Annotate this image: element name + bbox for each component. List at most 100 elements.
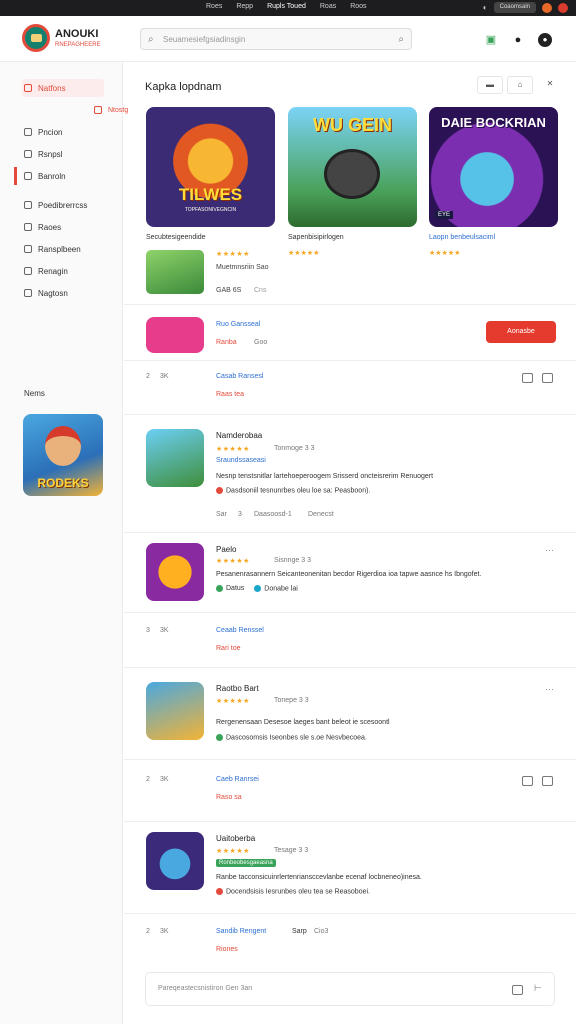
app-name[interactable]: Uaitoberba — [216, 834, 255, 843]
account-pill[interactable]: Coaomsaln — [493, 2, 536, 13]
app-thumbnail[interactable] — [146, 682, 204, 740]
brand-name: ANOUKI — [55, 28, 99, 40]
featured-banner[interactable]: DAIE BOCKRIAN EYE — [429, 107, 558, 227]
list-icon — [24, 150, 32, 158]
trending-icon — [94, 106, 102, 114]
featured-banner[interactable]: TILWES TOPFASONIVEGNCIN — [146, 107, 275, 227]
banner-caption[interactable]: Laopn benbeulsaciml — [429, 234, 495, 241]
mini-game-thumbnail[interactable] — [146, 250, 204, 294]
app-thumbnail[interactable] — [146, 832, 204, 890]
reply-count: 2 — [146, 776, 150, 783]
app-name[interactable]: Paelo — [216, 545, 236, 554]
app-stat: Sar — [216, 511, 227, 518]
topbar-link[interactable]: Repp — [236, 3, 253, 10]
topbar-link[interactable]: Rupls Toued — [267, 3, 306, 10]
app-stat[interactable]: Daasoosd-1 — [254, 511, 292, 518]
flag-icon[interactable] — [542, 373, 553, 383]
sidebar-featured-game[interactable]: RODEKS — [23, 414, 103, 496]
app-row[interactable]: Uaitoberba ★★★★★ Tesage 3 3 Ronbeobesgae… — [124, 821, 576, 913]
sidebar-item-label: Pncion — [38, 127, 63, 137]
send-icon[interactable]: ⊢ — [534, 983, 542, 994]
banner-caption[interactable]: Sapenbisipirlogen — [288, 234, 344, 241]
chip-label: Donabe lai — [264, 585, 298, 593]
reply-count: 3 — [146, 627, 150, 634]
action-sub: Raso sa — [216, 794, 242, 801]
promo-row: Ruo Gansseal Ranba Goo Aonasbe — [124, 304, 576, 360]
more-options-icon[interactable]: ··· — [545, 684, 554, 694]
sidebar-item[interactable]: Natfons — [22, 79, 104, 97]
sidebar-item-label: Renagin — [38, 266, 68, 276]
action-row: 3 3K Ceaab Renssel Rari toe — [124, 612, 576, 667]
app-row[interactable]: Namderobaa ★★★★★ Tonmoge 3 3 Sraundssase… — [124, 414, 576, 532]
sidebar-item[interactable]: Ransplbeen — [22, 240, 104, 258]
grid-view-button[interactable]: ⌂ — [507, 76, 533, 94]
more-options-icon[interactable]: ··· — [545, 545, 554, 555]
reply-unit: 3K — [160, 928, 169, 935]
app-thumbnail[interactable] — [146, 543, 204, 601]
app-description-2: Docendsisis Iesrunbes oleu tea se Reasob… — [216, 888, 556, 895]
image-icon[interactable] — [522, 776, 533, 786]
mini-game-title: Muetmnsriin Sao — [216, 264, 269, 271]
action-row: 2 3K Sandib Rengent Sarp Cio3 Riones — [124, 913, 576, 963]
close-icon[interactable]: ✕ — [537, 76, 563, 94]
promo-title[interactable]: Ruo Gansseal — [216, 321, 260, 328]
fire-icon[interactable] — [542, 2, 552, 13]
image-icon[interactable] — [522, 373, 533, 383]
topbar-link[interactable]: Roas — [320, 3, 336, 10]
microphone-icon[interactable]: ● — [511, 33, 525, 47]
app-row[interactable]: Paelo ★★★★★ Sisnnge 3 3 ··· Pesanenrasan… — [124, 532, 576, 612]
app-thumbnail[interactable] — [146, 429, 204, 487]
sidebar-item[interactable]: Banroln — [22, 167, 104, 185]
action-link[interactable]: Casab Ransesl — [216, 373, 263, 380]
topbar-link[interactable]: Roos — [350, 3, 366, 10]
flag-icon[interactable] — [542, 776, 553, 786]
comment-box[interactable]: Pareqeastecsnistiron Gen 3an ⊢ — [145, 972, 555, 1006]
controller-thumbnail[interactable] — [146, 317, 204, 353]
action-link[interactable]: Sandib Rengent — [216, 928, 266, 935]
comment-placeholder[interactable]: Pareqeastecsnistiron Gen 3an — [158, 985, 252, 992]
notification-icon[interactable] — [558, 2, 568, 13]
action-link-3[interactable]: Cio3 — [314, 928, 328, 935]
app-description-2-text: Docendsisis Iesrunbes oleu tea se Reasob… — [226, 888, 370, 896]
app-row[interactable]: Raotbo Bart ★★★★★ Tonepe 3 3 ··· Rergene… — [124, 667, 576, 759]
topbar-link[interactable]: Roes — [206, 3, 222, 10]
app-stat[interactable]: Denecst — [308, 511, 334, 518]
sidebar-item[interactable]: Nagtosn — [22, 284, 104, 302]
gamepad-icon — [24, 201, 32, 209]
image-icon[interactable] — [512, 985, 523, 995]
view-toggle-button[interactable]: ▬ — [477, 76, 503, 94]
app-name[interactable]: Raotbo Bart — [216, 684, 259, 693]
action-row: 2 3K Caeb Ranrsei Raso sa — [124, 759, 576, 821]
profile-icon[interactable]: ● — [538, 33, 552, 47]
promo-button[interactable]: Aonasbe — [486, 321, 556, 343]
banner-caption[interactable]: Secubtesigeendide — [146, 234, 206, 241]
section-title: Kapka lopdnam — [145, 81, 222, 93]
sidebar-item[interactable]: Raoes — [22, 218, 104, 236]
action-row: 2 3K Casab Ransesl Raas tea — [124, 360, 576, 414]
app-name[interactable]: Namderobaa — [216, 431, 262, 440]
featured-banner[interactable]: WU GEIN — [288, 107, 417, 227]
sidebar-item[interactable]: Poedibrerrcss — [22, 196, 104, 214]
app-description: Ranbe tacconsicuinrlertenriansccevlanbe … — [216, 874, 422, 881]
badge-icon[interactable]: ▣ — [484, 33, 498, 47]
action-link[interactable]: Caeb Ranrsei — [216, 776, 259, 783]
sidebar-item[interactable]: Rsnpsl — [22, 145, 104, 163]
search-placeholder[interactable]: Seuamesiefgsiadinsgin — [163, 35, 245, 44]
app-description-2-text: Dasdsoniil tesnunrbes oleu loe sa: Peasb… — [226, 487, 371, 495]
search-bar[interactable]: ⌕ Seuamesiefgsiadinsgin ⌕ — [140, 28, 412, 50]
grid-icon — [24, 128, 32, 136]
folder-icon — [24, 172, 32, 180]
search-submit-icon[interactable]: ⌕ — [398, 34, 404, 45]
sidebar-item[interactable]: Renagin — [22, 262, 104, 280]
mini-game-meta: GAB 6S — [216, 287, 242, 294]
app-tag: Sraundssaseasi — [216, 457, 266, 464]
sidebar-item[interactable]: Pncion — [22, 123, 104, 141]
sidebar-item-label: Rsnpsl — [38, 149, 63, 159]
reply-count: 2 — [146, 928, 150, 935]
action-link[interactable]: Ceaab Renssel — [216, 627, 264, 634]
app-logo[interactable] — [22, 24, 50, 52]
action-link-2[interactable]: Sarp — [292, 928, 307, 935]
globe-icon[interactable]: ◐ — [483, 3, 488, 12]
sidebar-item-label: Banroln — [38, 171, 66, 181]
settings-icon — [24, 289, 32, 297]
